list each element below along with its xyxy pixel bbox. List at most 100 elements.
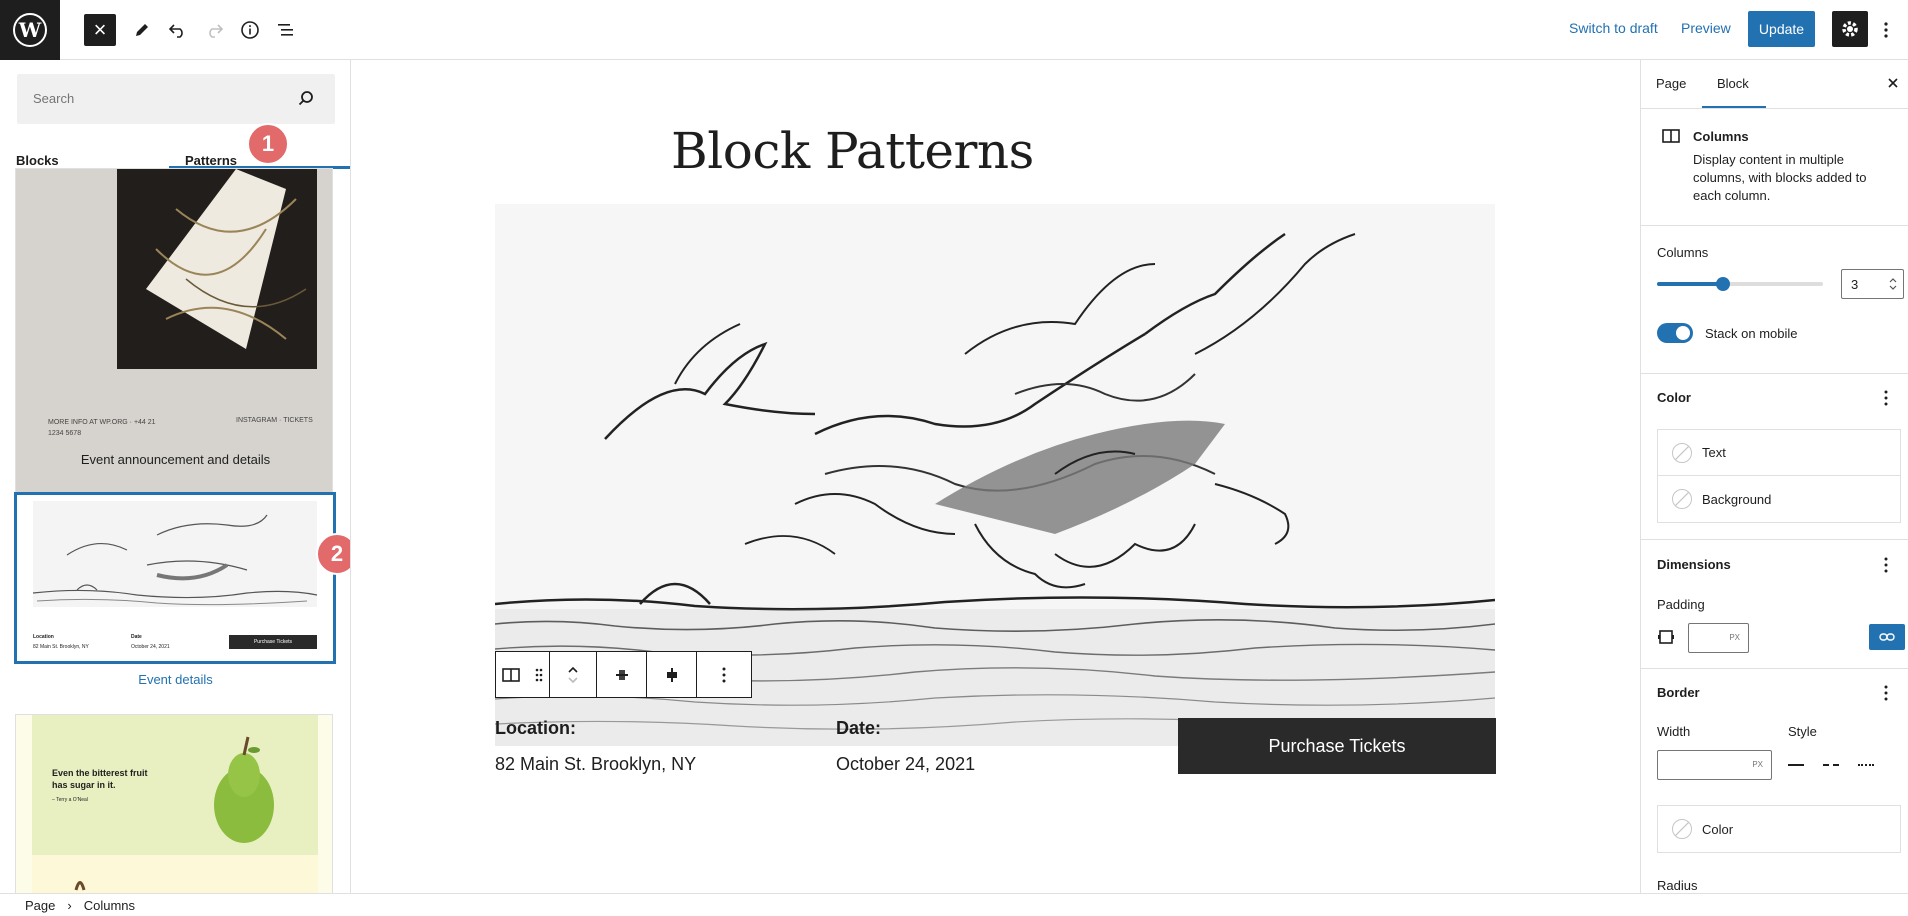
switch-to-draft-button[interactable]: Switch to draft — [1569, 20, 1658, 36]
undo-icon — [168, 24, 183, 38]
border-style-solid-button[interactable] — [1788, 764, 1804, 766]
border-width-input[interactable]: PX — [1657, 750, 1772, 780]
move-buttons[interactable] — [550, 652, 597, 697]
divider — [1641, 108, 1908, 109]
breadcrumb-separator: › — [67, 897, 72, 913]
align-button[interactable] — [597, 652, 647, 697]
color-section-title[interactable]: Color — [1657, 390, 1691, 405]
info-icon — [241, 21, 259, 39]
tools-button[interactable] — [126, 14, 158, 46]
pencil-icon — [136, 24, 148, 36]
preview-button[interactable]: Preview — [1681, 20, 1731, 36]
editor-canvas[interactable]: Block Patterns Location: 82 Main St. Bro… — [351, 60, 1640, 893]
padding-box-icon — [1658, 630, 1674, 644]
thumb-quote-author: – Terry a O'Neal — [52, 797, 88, 803]
breadcrumb-page[interactable]: Page — [25, 898, 55, 913]
chevron-up-icon[interactable] — [566, 665, 580, 675]
list-view-button[interactable] — [270, 14, 302, 46]
divider — [1641, 668, 1908, 669]
close-inserter-button[interactable]: × — [84, 14, 116, 46]
search-input[interactable]: Search — [17, 74, 335, 124]
block-options-button[interactable] — [697, 652, 751, 697]
vertical-ellipsis-icon — [1884, 22, 1888, 38]
columns-range-fill — [1657, 282, 1724, 286]
link-sides-button[interactable] — [1869, 624, 1905, 650]
justify-icon — [666, 667, 677, 682]
columns-label: Columns — [1657, 245, 1709, 260]
radius-label: Radius — [1657, 878, 1698, 893]
pattern-thumbnail-image — [32, 715, 318, 893]
pattern-event-details[interactable]: Location 82 Main St. Brooklyn, NY Date O… — [14, 492, 336, 664]
drag-handle-icon[interactable] — [534, 667, 544, 683]
divider — [1641, 539, 1908, 540]
dimensions-section-title[interactable]: Dimensions — [1657, 557, 1731, 572]
update-button[interactable]: Update — [1748, 11, 1815, 47]
purchase-tickets-button[interactable]: Purchase Tickets — [1178, 718, 1496, 774]
border-section-title[interactable]: Border — [1657, 685, 1700, 700]
block-breadcrumb: Page › Columns — [0, 893, 1908, 916]
link-icon — [1879, 633, 1895, 641]
text-color-label: Text — [1702, 445, 1726, 460]
undo-button[interactable] — [162, 14, 194, 46]
toggle-knob — [1676, 326, 1690, 340]
color-swatch-icon — [1672, 819, 1692, 839]
details-button[interactable] — [234, 14, 266, 46]
tab-page[interactable]: Page — [1656, 76, 1686, 91]
border-style-label: Style — [1788, 724, 1817, 739]
vertical-ellipsis-icon[interactable] — [1884, 390, 1888, 406]
gear-icon — [1842, 21, 1858, 37]
date-value[interactable]: October 24, 2021 — [836, 754, 975, 775]
pattern-thumbnail-links-text: INSTAGRAM · TICKETS — [236, 417, 313, 424]
options-menu-button[interactable] — [1874, 14, 1898, 46]
pattern-thumbnail-image — [32, 501, 318, 649]
background-color-row[interactable]: Background — [1658, 476, 1900, 522]
location-label[interactable]: Location: — [495, 718, 576, 739]
border-color-row[interactable]: Color — [1658, 806, 1900, 852]
justify-button[interactable] — [647, 652, 697, 697]
settings-button[interactable] — [1832, 11, 1868, 47]
vertical-ellipsis-icon[interactable] — [1884, 557, 1888, 573]
border-style-dotted-button[interactable] — [1858, 764, 1874, 766]
columns-icon — [1662, 129, 1680, 143]
vertical-align-icon — [615, 669, 628, 680]
redo-button[interactable] — [198, 14, 230, 46]
spinner-icon[interactable] — [1889, 278, 1897, 290]
chevron-down-icon[interactable] — [566, 675, 580, 685]
wordpress-logo-icon[interactable]: W — [0, 0, 60, 60]
columns-range-slider[interactable] — [1657, 277, 1823, 291]
padding-input[interactable]: PX — [1688, 623, 1749, 653]
pattern-label-selected: Event details — [138, 672, 213, 687]
vertical-ellipsis-icon — [722, 667, 726, 682]
close-icon[interactable] — [1887, 77, 1899, 89]
block-type-button[interactable] — [496, 652, 550, 697]
tab-block[interactable]: Block — [1717, 76, 1749, 91]
color-swatch-icon — [1672, 443, 1692, 463]
vertical-ellipsis-icon[interactable] — [1884, 685, 1888, 701]
block-inserter-panel: Search Blocks Patterns 1 MORE INFO AT WP… — [0, 60, 351, 893]
close-icon: × — [93, 17, 107, 42]
breadcrumb-columns[interactable]: Columns — [84, 898, 135, 913]
pattern-quote-fruit[interactable]: Even the bitterest fruit has sugar in it… — [15, 714, 333, 893]
columns-icon — [501, 667, 520, 682]
color-settings-box: Text Background — [1657, 429, 1901, 523]
px-unit-label: PX — [1752, 760, 1763, 769]
location-value[interactable]: 82 Main St. Brooklyn, NY — [495, 754, 696, 775]
block-card-description-2: columns, with blocks added to — [1693, 170, 1867, 185]
svg-text:W: W — [18, 18, 42, 42]
search-placeholder: Search — [33, 91, 75, 106]
px-unit-label: PX — [1729, 633, 1740, 642]
page-title[interactable]: Block Patterns — [671, 122, 1034, 180]
settings-sidebar: Page Block Columns Display content in mu… — [1640, 60, 1908, 893]
stack-on-mobile-toggle[interactable] — [1657, 323, 1693, 343]
thumb-purchase-button: Purchase Tickets — [253, 639, 293, 645]
date-label[interactable]: Date: — [836, 718, 881, 739]
thumb-date-value: October 24, 2021 — [131, 644, 170, 650]
text-color-row[interactable]: Text — [1658, 430, 1900, 476]
border-width-label: Width — [1657, 724, 1691, 739]
divider — [1641, 373, 1908, 374]
thumb-location-label: Location — [33, 634, 54, 640]
columns-number-input[interactable]: 3 — [1841, 269, 1904, 299]
step-badge-1: 1 — [247, 123, 289, 165]
columns-range-thumb[interactable] — [1716, 277, 1731, 291]
border-style-dashed-button[interactable] — [1823, 764, 1839, 766]
